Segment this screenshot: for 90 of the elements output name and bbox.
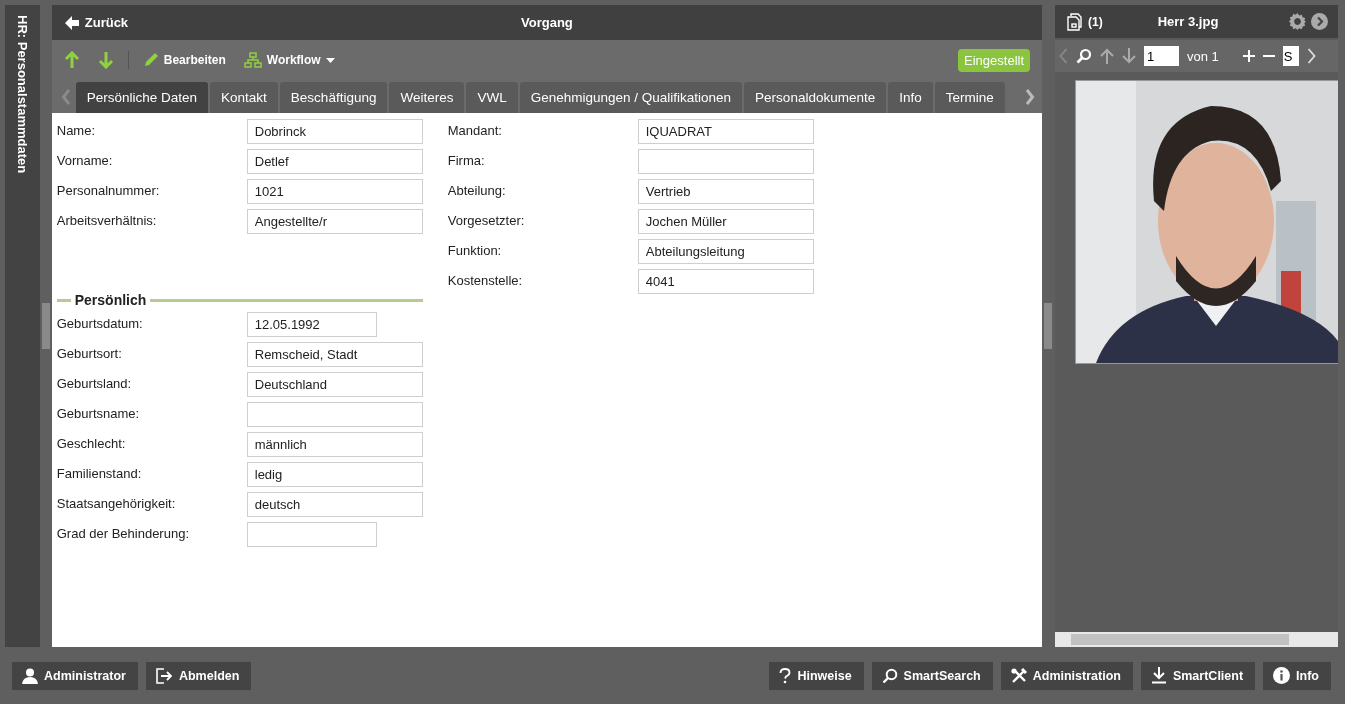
field-label: Personalnummer: bbox=[56, 182, 161, 198]
input-field[interactable]: Remscheid, Stadt bbox=[246, 342, 423, 367]
input-field[interactable]: 1021 bbox=[246, 179, 423, 204]
footer-button[interactable]: Administrator bbox=[12, 661, 138, 690]
field-label: Abteilung: bbox=[447, 182, 507, 198]
tab[interactable]: Termine bbox=[934, 82, 1005, 113]
input-field[interactable]: Abteilungsleitung bbox=[637, 239, 814, 264]
footer-button[interactable]: Info bbox=[1263, 661, 1331, 690]
workflow-button[interactable]: Workflow bbox=[243, 50, 335, 70]
input-field[interactable]: ledig bbox=[246, 462, 423, 487]
collapse-handle[interactable] bbox=[1044, 303, 1052, 350]
edit-button[interactable]: Bearbeiten bbox=[142, 50, 226, 70]
input-field[interactable]: Angestellte/r bbox=[246, 209, 423, 234]
documents-icon bbox=[1067, 12, 1083, 31]
field-label: Firma: bbox=[447, 152, 486, 168]
download-icon bbox=[1150, 667, 1167, 685]
arrow-down-icon[interactable] bbox=[97, 51, 114, 69]
field-label: Grad der Behinderung: bbox=[56, 525, 190, 541]
field-label: Funktion: bbox=[447, 242, 503, 258]
chevron-right-icon[interactable] bbox=[1311, 13, 1328, 30]
input-field[interactable] bbox=[246, 402, 423, 427]
tab[interactable]: Personaldokumente bbox=[744, 82, 887, 113]
search-icon bbox=[881, 667, 898, 684]
input-field[interactable]: Vertrieb bbox=[637, 179, 814, 204]
horizontal-scrollbar[interactable] bbox=[1055, 632, 1338, 648]
input-field[interactable]: Detlef bbox=[246, 149, 423, 174]
side-panel[interactable]: HR: Personalstammdaten bbox=[5, 5, 40, 648]
field-label: Geburtsort: bbox=[56, 345, 123, 361]
input-field[interactable]: deutsch bbox=[246, 492, 423, 517]
section-title: Persönlich bbox=[74, 292, 147, 308]
arrow-up-icon[interactable] bbox=[1100, 48, 1114, 64]
field-label: Geburtsland: bbox=[56, 375, 133, 391]
user-icon bbox=[22, 667, 38, 684]
chevron-left-icon[interactable] bbox=[1059, 48, 1068, 64]
tab[interactable]: Info bbox=[888, 82, 933, 113]
arrow-left-icon bbox=[63, 14, 80, 31]
field-label: Vorgesetzter: bbox=[447, 212, 526, 228]
field-label: Geschlecht: bbox=[56, 435, 127, 451]
field-label: Mandant: bbox=[447, 122, 503, 138]
input-field[interactable]: 4041 bbox=[637, 269, 814, 294]
tab[interactable]: Genehmigungen / Qualifikationen bbox=[519, 82, 743, 113]
workflow-icon bbox=[243, 52, 262, 68]
chevron-right-icon[interactable] bbox=[1306, 48, 1316, 64]
field-label: Vorname: bbox=[56, 152, 114, 168]
input-field[interactable]: Deutschland bbox=[246, 372, 423, 397]
input-field[interactable]: Dobrinck bbox=[246, 119, 423, 144]
arrow-down-icon[interactable] bbox=[1122, 48, 1136, 64]
footer-button[interactable]: Abmelden bbox=[145, 661, 252, 690]
page-field[interactable]: 1 bbox=[1144, 46, 1179, 66]
pencil-icon bbox=[142, 52, 159, 68]
field-label: Geburtsdatum: bbox=[56, 315, 144, 331]
footer-button[interactable]: Administration bbox=[1000, 661, 1133, 690]
tab[interactable]: VWL bbox=[466, 82, 518, 113]
input-field[interactable] bbox=[637, 149, 814, 174]
arrow-up-icon[interactable] bbox=[63, 51, 80, 69]
zoom-in-icon[interactable] bbox=[1242, 50, 1255, 62]
page-count: von 1 bbox=[1187, 48, 1219, 64]
footer-button[interactable]: SmartSearch bbox=[871, 661, 993, 690]
field-label: Arbeitsverhältnis: bbox=[56, 212, 158, 228]
input-field[interactable]: 12.05.1992 bbox=[246, 312, 377, 337]
tab[interactable]: Weiteres bbox=[389, 82, 465, 113]
input-field[interactable]: IQUADRAT bbox=[637, 119, 814, 144]
field-label: Familienstand: bbox=[56, 465, 143, 481]
status-badge: Eingestellt bbox=[958, 48, 1031, 72]
input-field[interactable] bbox=[246, 522, 377, 547]
footer-button[interactable]: Hinweise bbox=[769, 661, 864, 690]
field-label: Name: bbox=[56, 122, 97, 138]
document-count: (1) bbox=[1088, 14, 1103, 29]
tab[interactable]: Beschäftigung bbox=[279, 82, 388, 113]
footer-button[interactable]: SmartClient bbox=[1140, 661, 1256, 690]
info-icon bbox=[1273, 667, 1291, 685]
back-button[interactable]: Zurück bbox=[51, 10, 141, 35]
document-title: Herr 3.jpg bbox=[1157, 14, 1219, 29]
tools-icon bbox=[1010, 667, 1027, 684]
input-field[interactable]: Jochen Müller bbox=[637, 209, 814, 234]
search-icon[interactable] bbox=[1076, 48, 1092, 64]
input-field[interactable]: männlich bbox=[246, 432, 423, 457]
field-label: Staatsangehörigkeit: bbox=[56, 495, 177, 511]
logout-icon bbox=[155, 667, 173, 684]
window-title: Vorgang bbox=[521, 15, 573, 30]
settings-icon[interactable] bbox=[1289, 13, 1306, 30]
tab[interactable]: Persönliche Daten bbox=[75, 82, 209, 113]
collapse-handle[interactable] bbox=[41, 303, 50, 350]
side-panel-title: HR: Personalstammdaten bbox=[14, 15, 30, 174]
caret-icon bbox=[325, 57, 335, 63]
field-label: Kostenstelle: bbox=[447, 272, 524, 288]
help-icon bbox=[779, 667, 792, 684]
field-label: Geburtsname: bbox=[56, 405, 141, 421]
zoom-field[interactable]: S bbox=[1282, 46, 1299, 66]
tab[interactable]: Kontakt bbox=[210, 82, 278, 113]
